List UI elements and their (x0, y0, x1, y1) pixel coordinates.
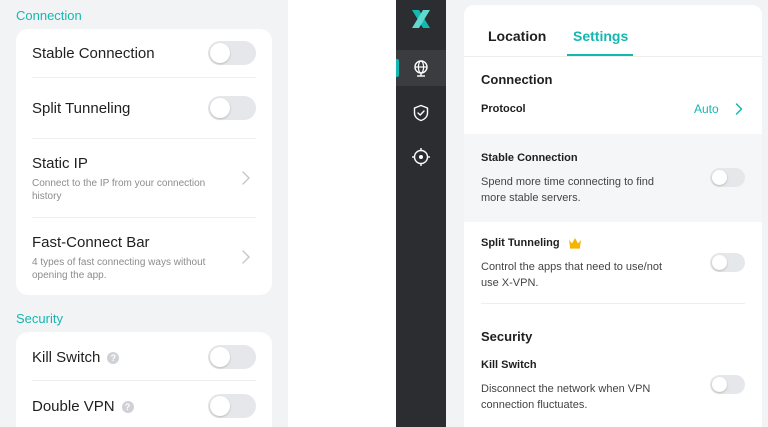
mobile-settings-panel: Connection Stable Connection Split Tunne… (0, 0, 288, 427)
setting-label: Static IP (32, 155, 88, 172)
stable-connection-description: Spend more time connecting to find more … (481, 176, 655, 204)
tab-settings[interactable]: Settings (573, 28, 628, 44)
connection-section-header: Connection (16, 8, 82, 23)
setting-row-kill-switch[interactable]: Kill Switch ? (16, 332, 272, 380)
settings-content: Location Settings Connection Protocol Au… (464, 5, 762, 427)
globe-icon (414, 60, 428, 77)
divider (481, 303, 745, 304)
shield-check-icon (413, 104, 429, 122)
setting-label-group: Double VPN ? (32, 398, 134, 415)
setting-label: Fast-Connect Bar (32, 234, 150, 251)
setting-row-split-tunneling[interactable]: Split Tunneling (16, 78, 272, 138)
security-section-header: Security (16, 311, 63, 326)
setting-row-double-vpn[interactable]: Double VPN ? (16, 381, 272, 427)
crown-icon (568, 238, 581, 249)
stable-connection-toggle[interactable] (208, 41, 256, 65)
kill-switch-toggle[interactable] (710, 375, 745, 394)
connection-card: Stable Connection Split Tunneling Static… (16, 29, 272, 295)
crosshair-icon (412, 148, 430, 166)
tab-divider (464, 56, 762, 57)
chevron-right-icon (242, 250, 250, 264)
sidebar-item-target[interactable] (396, 139, 446, 175)
sidebar-item-locations[interactable] (396, 50, 446, 86)
setting-description: 4 types of fast connecting ways without … (32, 257, 206, 281)
help-icon[interactable]: ? (121, 400, 134, 413)
stable-connection-toggle[interactable] (710, 168, 745, 187)
x-logo-icon[interactable] (409, 7, 433, 31)
setting-description: Connect to the IP from your connection h… (32, 178, 206, 202)
kill-switch-label: Kill Switch (481, 359, 537, 371)
setting-label: Double VPN (32, 398, 115, 415)
setting-label-group: Kill Switch ? (32, 349, 120, 366)
security-card: Kill Switch ? Double VPN ? (16, 332, 272, 427)
double-vpn-toggle[interactable] (208, 394, 256, 418)
setting-label: Stable Connection (32, 45, 155, 62)
setting-row-static-ip[interactable]: Static IP Connect to the IP from your co… (16, 139, 272, 217)
security-section-header: Security (481, 329, 533, 344)
connection-section-header: Connection (481, 72, 553, 87)
setting-row-stable-connection[interactable]: Stable Connection (16, 29, 272, 77)
chevron-right-icon (242, 171, 250, 185)
protocol-value[interactable]: Auto (694, 102, 719, 116)
stable-connection-label: Stable Connection (481, 152, 578, 164)
kill-switch-description: Disconnect the network when VPN connecti… (481, 383, 651, 411)
desktop-app-window: Location Settings Connection Protocol Au… (396, 0, 768, 427)
protocol-label: Protocol (481, 103, 526, 115)
chevron-right-icon[interactable] (734, 102, 744, 116)
setting-label: Kill Switch (32, 349, 101, 366)
help-icon[interactable]: ? (107, 351, 120, 364)
split-tunneling-label: Split Tunneling (481, 237, 560, 249)
split-tunneling-label-group: Split Tunneling (481, 237, 582, 249)
split-tunneling-description: Control the apps that need to use/not us… (481, 261, 663, 289)
split-tunneling-toggle[interactable] (208, 96, 256, 120)
sidebar-item-security[interactable] (396, 95, 446, 131)
setting-row-fast-connect-bar[interactable]: Fast-Connect Bar 4 types of fast connect… (16, 218, 272, 295)
split-tunneling-toggle[interactable] (710, 253, 745, 272)
setting-label: Split Tunneling (32, 100, 131, 117)
sidebar (396, 0, 446, 427)
tab-location[interactable]: Location (488, 28, 546, 44)
kill-switch-toggle[interactable] (208, 345, 256, 369)
